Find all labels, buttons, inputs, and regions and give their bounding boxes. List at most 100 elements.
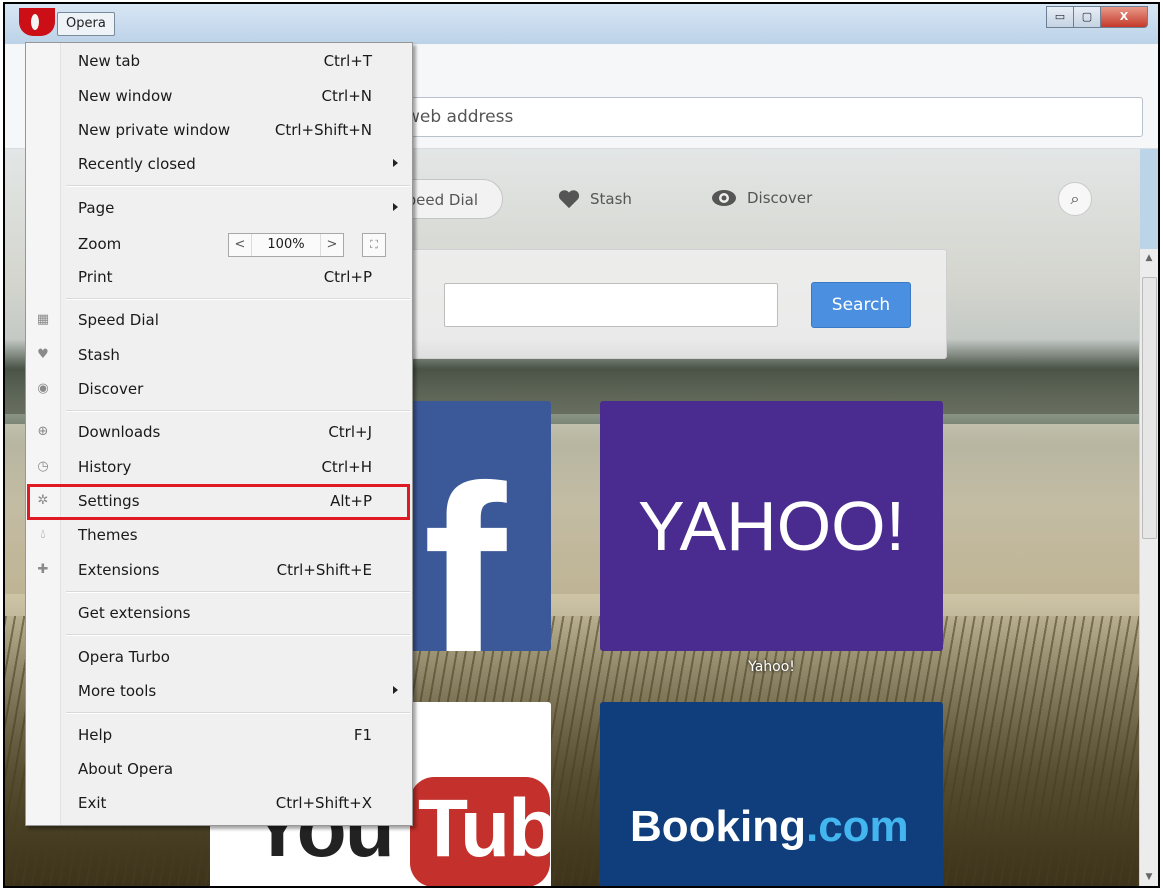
submenu-arrow-icon: [393, 159, 398, 167]
speed-dial-tile-booking[interactable]: Booking.com: [600, 702, 943, 886]
speed-dial-tile-facebook[interactable]: f: [405, 401, 551, 651]
download-icon: ⊕: [37, 424, 49, 439]
zoom-out-button[interactable]: <: [229, 234, 251, 256]
menu-item-shortcut: Ctrl+N: [321, 87, 372, 105]
menu-item-label: History: [78, 458, 132, 476]
menu-item-label: Page: [78, 199, 115, 217]
menu-item-label: Help: [78, 726, 113, 744]
opera-main-menu: New tab Ctrl+T New window Ctrl+N New pri…: [25, 42, 413, 826]
menu-item-label: Zoom: [78, 235, 122, 253]
menu-item-label: New private window: [78, 121, 231, 139]
menu-item-new-tab[interactable]: New tab Ctrl+T: [26, 44, 412, 78]
maximize-button[interactable]: ▢: [1073, 6, 1101, 28]
menu-item-label: New window: [78, 87, 173, 105]
menu-item-history[interactable]: ◷ History Ctrl+H: [26, 450, 412, 484]
menu-item-label: Opera Turbo: [78, 648, 170, 666]
menu-item-new-window[interactable]: New window Ctrl+N: [26, 79, 412, 113]
menu-item-label: Themes: [78, 526, 138, 544]
puzzle-icon: ✚: [37, 562, 49, 577]
menu-item-label: Speed Dial: [78, 311, 159, 329]
menu-item-label: Print: [78, 268, 113, 286]
heart-icon: [558, 190, 580, 209]
menu-item-get-extensions[interactable]: Get extensions: [26, 596, 412, 630]
yahoo-logo: YAHOO!: [637, 487, 906, 565]
menu-item-stash[interactable]: ♥ Stash: [26, 338, 412, 372]
address-bar[interactable]: web address: [385, 97, 1143, 137]
menu-separator: [66, 634, 410, 636]
menu-item-about-opera[interactable]: About Opera: [26, 752, 412, 786]
menu-item-label: Extensions: [78, 561, 160, 579]
booking-logo-main: Booking: [630, 802, 806, 851]
menu-item-label: New tab: [78, 52, 141, 70]
heart-icon: ♥: [37, 347, 49, 362]
menu-item-label: Recently closed: [78, 155, 196, 173]
menu-item-label: Discover: [78, 380, 144, 398]
zoom-value: 100%: [251, 234, 321, 256]
tile-caption-yahoo: Yahoo!: [748, 659, 795, 675]
window-controls: ▭ ▢ X: [1046, 6, 1148, 28]
menu-item-shortcut: Ctrl+P: [323, 268, 372, 286]
menu-item-themes[interactable]: 💧︎ Themes: [26, 518, 412, 552]
menu-item-help[interactable]: Help F1: [26, 718, 412, 752]
menu-item-shortcut: F1: [353, 726, 372, 744]
speed-dial-search-panel: Search: [405, 249, 947, 359]
menu-item-label: Stash: [78, 346, 120, 364]
menu-item-speed-dial[interactable]: ▦ Speed Dial: [26, 303, 412, 337]
scroll-down-icon[interactable]: ▼: [1140, 868, 1158, 886]
menu-item-shortcut: Ctrl+Shift+X: [275, 794, 372, 812]
clock-icon: ◷: [37, 459, 49, 474]
settings-highlight-box: [27, 484, 410, 520]
youtube-logo-tube: Tube: [418, 783, 551, 874]
scroll-thumb[interactable]: [1142, 277, 1157, 539]
close-button[interactable]: X: [1100, 6, 1148, 28]
menu-separator: [66, 712, 410, 714]
tab-discover[interactable]: Discover: [711, 189, 812, 207]
menu-item-recently-closed[interactable]: Recently closed: [26, 147, 412, 181]
submenu-arrow-icon: [393, 686, 398, 694]
menu-item-exit[interactable]: Exit Ctrl+Shift+X: [26, 786, 412, 820]
zoom-in-button[interactable]: >: [321, 234, 343, 256]
opera-logo-icon: [19, 8, 55, 36]
menu-item-shortcut: Ctrl+T: [323, 52, 372, 70]
search-input[interactable]: [444, 283, 778, 327]
opera-menu-label: Opera: [57, 12, 115, 36]
booking-logo: Booking.com: [630, 802, 909, 852]
scroll-up-icon[interactable]: ▲: [1140, 249, 1158, 267]
menu-item-extensions[interactable]: ✚ Extensions Ctrl+Shift+E: [26, 553, 412, 587]
minimize-button[interactable]: ▭: [1046, 6, 1074, 28]
browser-window: Opera ▭ ▢ X web address ▲ ▼ peed Dial St…: [3, 2, 1160, 888]
search-button[interactable]: Search: [811, 282, 911, 328]
menu-item-shortcut: Ctrl+H: [321, 458, 372, 476]
menu-item-more-tools[interactable]: More tools: [26, 674, 412, 708]
tab-stash[interactable]: Stash: [558, 189, 632, 209]
page-scrollbar[interactable]: ▲ ▼: [1139, 249, 1158, 886]
speed-dial-tile-yahoo[interactable]: YAHOO!: [600, 401, 943, 651]
eye-icon: [712, 190, 736, 206]
booking-logo-com: .com: [805, 802, 909, 851]
menu-item-label: More tools: [78, 682, 157, 700]
title-bar: Opera ▭ ▢ X: [5, 4, 1158, 44]
youtube-logo-box: Tube: [410, 777, 551, 886]
menu-separator: [66, 185, 410, 187]
menu-item-shortcut: Ctrl+J: [328, 423, 372, 441]
tab-stash-label: Stash: [590, 190, 632, 208]
menu-item-label: About Opera: [78, 760, 174, 778]
menu-separator: [66, 591, 410, 593]
menu-item-print[interactable]: Print Ctrl+P: [26, 260, 412, 294]
menu-separator: [66, 410, 410, 412]
menu-item-label: Exit: [78, 794, 107, 812]
tab-discover-label: Discover: [747, 189, 813, 207]
menu-item-label: Get extensions: [78, 604, 191, 622]
menu-item-opera-turbo[interactable]: Opera Turbo: [26, 640, 412, 674]
menu-separator: [66, 298, 410, 300]
menu-item-downloads[interactable]: ⊕ Downloads Ctrl+J: [26, 415, 412, 449]
fullscreen-icon[interactable]: ⛶: [362, 233, 386, 257]
opera-menu-button[interactable]: Opera: [19, 8, 129, 36]
zoom-control: < 100% >: [228, 233, 344, 257]
menu-item-discover[interactable]: ◉ Discover: [26, 372, 412, 406]
menu-item-label: Downloads: [78, 423, 161, 441]
menu-item-page[interactable]: Page: [26, 191, 412, 225]
menu-item-shortcut: Ctrl+Shift+N: [274, 121, 372, 139]
menu-item-new-private-window[interactable]: New private window Ctrl+Shift+N: [26, 113, 412, 147]
search-icon[interactable]: ⌕: [1058, 182, 1092, 216]
